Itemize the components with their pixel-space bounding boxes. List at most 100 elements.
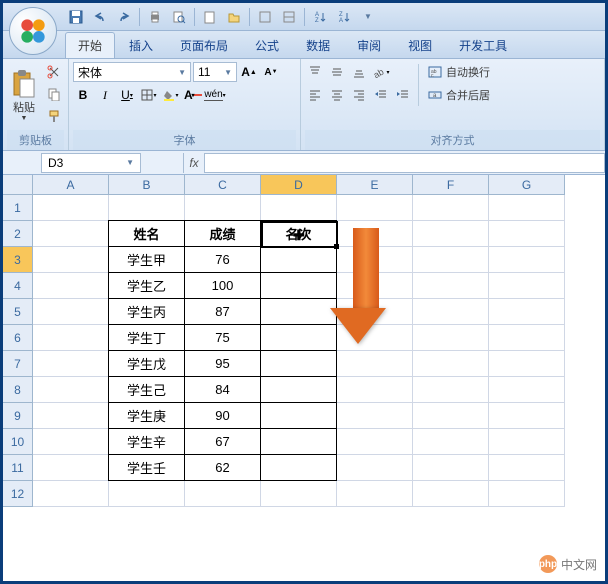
tab-4[interactable]: 数据 — [293, 32, 343, 58]
cell-B9[interactable]: 学生庚 — [108, 402, 185, 429]
cell-D8[interactable] — [260, 376, 337, 403]
open-icon[interactable] — [223, 6, 245, 28]
font-size-combo[interactable]: 11▼ — [193, 62, 237, 82]
cell-F11[interactable] — [413, 455, 489, 481]
copy-icon[interactable] — [44, 84, 64, 104]
cell-F7[interactable] — [413, 351, 489, 377]
cell-D7[interactable] — [260, 350, 337, 377]
fx-button[interactable]: fx — [183, 153, 205, 173]
spreadsheet-grid[interactable]: ABCDEFG 123456789101112 姓名成绩名次学生甲76学生乙10… — [3, 175, 605, 581]
cell-G9[interactable] — [489, 403, 565, 429]
row-header-8[interactable]: 8 — [3, 377, 33, 403]
cell-F5[interactable] — [413, 299, 489, 325]
cell-E8[interactable] — [337, 377, 413, 403]
cell-G7[interactable] — [489, 351, 565, 377]
cell-F8[interactable] — [413, 377, 489, 403]
cell-E1[interactable] — [337, 195, 413, 221]
align-bottom-icon[interactable] — [349, 62, 369, 82]
cell-G6[interactable] — [489, 325, 565, 351]
cell-B7[interactable]: 学生戊 — [108, 350, 185, 377]
phonetic-icon[interactable]: wén▾ — [205, 85, 225, 105]
cell-D1[interactable] — [261, 195, 337, 221]
cell-F9[interactable] — [413, 403, 489, 429]
row-header-11[interactable]: 11 — [3, 455, 33, 481]
italic-icon[interactable]: I — [95, 85, 115, 105]
qat-icon-1[interactable] — [254, 6, 276, 28]
cell-D11[interactable] — [260, 454, 337, 481]
cell-G5[interactable] — [489, 299, 565, 325]
sort-desc-icon[interactable]: ZA — [333, 6, 355, 28]
cell-E6[interactable] — [337, 325, 413, 351]
cell-D12[interactable] — [261, 481, 337, 507]
row-header-2[interactable]: 2 — [3, 221, 33, 247]
cell-B6[interactable]: 学生丁 — [108, 324, 185, 351]
cell-G10[interactable] — [489, 429, 565, 455]
cell-B8[interactable]: 学生己 — [108, 376, 185, 403]
cell-A9[interactable] — [33, 403, 109, 429]
font-name-combo[interactable]: 宋体▼ — [73, 62, 191, 82]
cell-F10[interactable] — [413, 429, 489, 455]
cell-D2[interactable]: 名次 — [260, 220, 337, 247]
cell-F6[interactable] — [413, 325, 489, 351]
row-header-9[interactable]: 9 — [3, 403, 33, 429]
increase-indent-icon[interactable] — [393, 85, 413, 105]
align-left-icon[interactable] — [305, 85, 325, 105]
cell-A8[interactable] — [33, 377, 109, 403]
cell-E12[interactable] — [337, 481, 413, 507]
cell-C8[interactable]: 84 — [184, 376, 261, 403]
cell-G2[interactable] — [489, 221, 565, 247]
fill-color-icon[interactable]: ▾ — [161, 85, 181, 105]
cell-A10[interactable] — [33, 429, 109, 455]
cell-C5[interactable]: 87 — [184, 298, 261, 325]
cell-A11[interactable] — [33, 455, 109, 481]
cell-F2[interactable] — [413, 221, 489, 247]
cell-F4[interactable] — [413, 273, 489, 299]
cell-G8[interactable] — [489, 377, 565, 403]
cell-B12[interactable] — [109, 481, 185, 507]
cell-E7[interactable] — [337, 351, 413, 377]
row-header-5[interactable]: 5 — [3, 299, 33, 325]
cell-G3[interactable] — [489, 247, 565, 273]
row-header-1[interactable]: 1 — [3, 195, 33, 221]
qat-more-icon[interactable]: ▼ — [357, 6, 379, 28]
cell-C10[interactable]: 67 — [184, 428, 261, 455]
col-header-A[interactable]: A — [33, 175, 109, 195]
cell-E5[interactable] — [337, 299, 413, 325]
qat-icon-2[interactable] — [278, 6, 300, 28]
name-box[interactable]: D3▼ — [41, 153, 141, 173]
save-icon[interactable] — [65, 6, 87, 28]
underline-icon[interactable]: U▾ — [117, 85, 137, 105]
tab-1[interactable]: 插入 — [116, 32, 166, 58]
cell-B1[interactable] — [109, 195, 185, 221]
cell-B4[interactable]: 学生乙 — [108, 272, 185, 299]
shrink-font-icon[interactable]: A▼ — [261, 62, 281, 82]
format-painter-icon[interactable] — [44, 106, 64, 126]
formula-bar[interactable] — [205, 153, 605, 173]
font-color-icon[interactable]: A▾ — [183, 85, 203, 105]
decrease-indent-icon[interactable] — [371, 85, 391, 105]
tab-7[interactable]: 开发工具 — [446, 32, 520, 58]
align-middle-icon[interactable] — [327, 62, 347, 82]
cell-A3[interactable] — [33, 247, 109, 273]
cell-C6[interactable]: 75 — [184, 324, 261, 351]
cell-E4[interactable] — [337, 273, 413, 299]
undo-icon[interactable] — [89, 6, 111, 28]
row-header-10[interactable]: 10 — [3, 429, 33, 455]
tab-5[interactable]: 审阅 — [344, 32, 394, 58]
row-header-3[interactable]: 3 — [3, 247, 33, 273]
bold-icon[interactable]: B — [73, 85, 93, 105]
cell-G12[interactable] — [489, 481, 565, 507]
cell-A4[interactable] — [33, 273, 109, 299]
cell-C4[interactable]: 100 — [184, 272, 261, 299]
office-button[interactable] — [9, 7, 57, 55]
cell-A2[interactable] — [33, 221, 109, 247]
cell-E9[interactable] — [337, 403, 413, 429]
cell-G1[interactable] — [489, 195, 565, 221]
paste-button[interactable]: 粘贴 ▼ — [7, 62, 41, 128]
cells-area[interactable]: 姓名成绩名次学生甲76学生乙100学生丙87学生丁75学生戊95学生己84学生庚… — [33, 195, 565, 507]
cell-C1[interactable] — [185, 195, 261, 221]
cell-B3[interactable]: 学生甲 — [108, 246, 185, 273]
row-header-6[interactable]: 6 — [3, 325, 33, 351]
grow-font-icon[interactable]: A▲ — [239, 62, 259, 82]
col-header-D[interactable]: D — [261, 175, 337, 195]
